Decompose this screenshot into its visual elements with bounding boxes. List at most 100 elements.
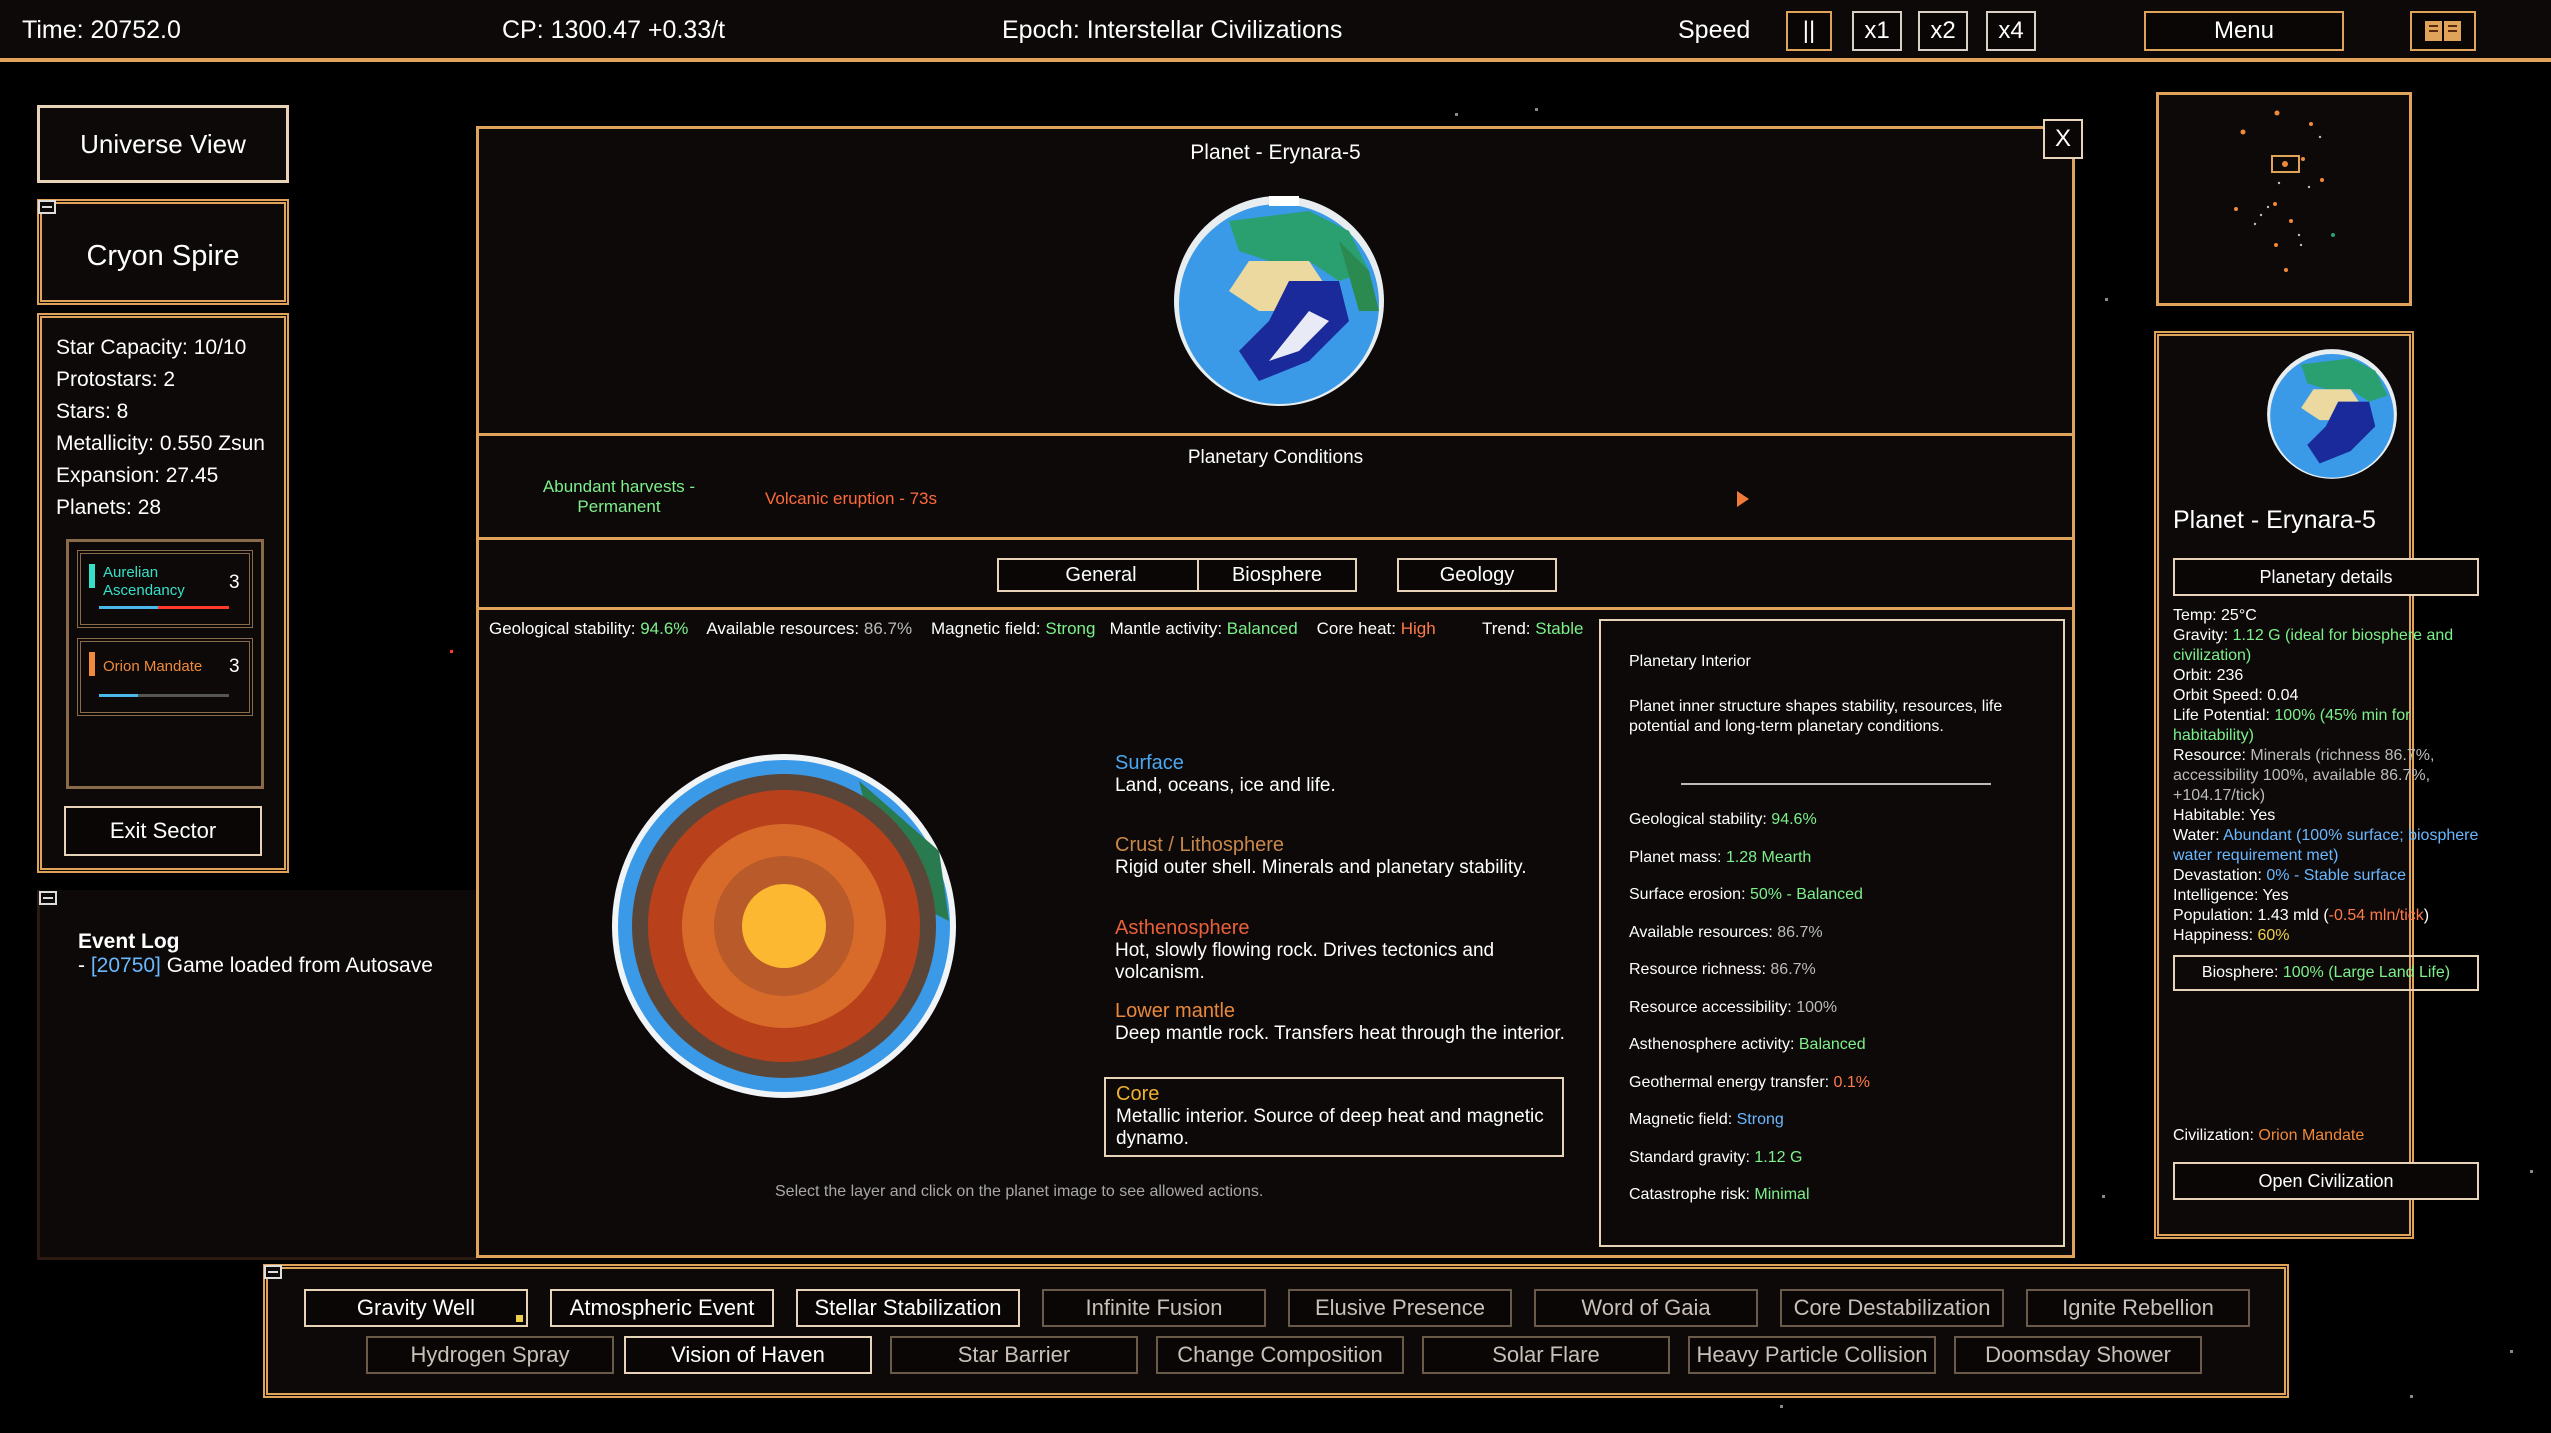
planetary-details-button[interactable]: Planetary details [2173,558,2479,596]
resource: Resource: Minerals (richness 86.7%, acce… [2173,746,2483,806]
exit-sector-button[interactable]: Exit Sector [64,806,262,856]
collapse-icon[interactable] [264,1265,282,1279]
planet-cross-section-image[interactable] [609,751,959,1101]
power-vision-of-haven[interactable]: Vision of Haven [624,1336,872,1374]
stability-label: Geological stability: [489,619,636,638]
layer-name: Lower mantle [1115,1000,1236,1022]
tab-geology[interactable]: Geology [1397,558,1557,592]
star [2102,1195,2105,1198]
codex-button[interactable] [2410,11,2476,51]
planet-thumbnail-image[interactable] [2264,346,2400,482]
row-label: Geological stability: [1629,811,1767,828]
powers-bar: Gravity Well Atmospheric Event Stellar S… [263,1264,2289,1398]
water: Water: Abundant (100% surface; biosphere… [2173,826,2483,866]
star [450,650,453,653]
menu-button[interactable]: Menu [2144,11,2344,51]
layer-core[interactable]: Core Metallic interior. Source of deep h… [1104,1077,1564,1157]
civ-card-orion[interactable]: Orion Mandate 3 [77,638,253,716]
intelligence: Intelligence: Yes [2173,887,2289,904]
row-value: 86.7% [1770,961,1816,978]
speed-x4-button[interactable]: x4 [1986,11,2036,51]
devastation-label: Devastation: [2173,867,2262,884]
speed-x1-button[interactable]: x1 [1852,11,1902,51]
mantle-value: Balanced [1226,619,1298,638]
power-ignite-rebellion[interactable]: Ignite Rebellion [2026,1289,2250,1327]
power-core-destabilization[interactable]: Core Destabilization [1780,1289,2004,1327]
power-gravity-well[interactable]: Gravity Well [304,1289,528,1327]
layer-asthenosphere[interactable]: Asthenosphere Hot, slowly flowing rock. … [1115,917,1565,984]
tab-general[interactable]: General [997,558,1205,592]
event-log-entry: - [20750] Game loaded from Autosave [78,954,433,978]
condition-bad: Volcanic eruption - 73s [765,489,937,508]
pause-button[interactable]: || [1786,11,1832,51]
planet-name: Planet - Erynara-5 [2173,506,2376,534]
power-star-barrier[interactable]: Star Barrier [890,1336,1138,1374]
planet-stats: Temp: 25°C Gravity: 1.12 G (ideal for bi… [2173,606,2483,946]
happiness-value: 60% [2257,927,2290,944]
power-heavy-particle-collision[interactable]: Heavy Particle Collision [1688,1336,1936,1374]
selected-marker [516,1315,523,1322]
tab-biosphere[interactable]: Biosphere [1197,558,1357,592]
universe-view-button[interactable]: Universe View [37,105,289,183]
population-change: -0.54 mln/tick [2328,907,2424,924]
interior-row: Magnetic field: Strong [1629,1111,1784,1129]
interior-row: Geological stability: 94.6% [1629,811,1817,829]
layer-surface[interactable]: Surface Land, oceans, ice and life. [1115,752,1565,797]
habitable: Habitable: Yes [2173,807,2276,824]
power-stellar-stabilization[interactable]: Stellar Stabilization [796,1289,1020,1327]
event-log-panel: Event Log - [20750] Game loaded from Aut… [37,890,477,1260]
power-infinite-fusion[interactable]: Infinite Fusion [1042,1289,1266,1327]
row-label: Planet mass: [1629,849,1722,866]
collapse-icon[interactable] [39,891,57,905]
speed-label: Speed [1678,16,1751,44]
power-solar-flare[interactable]: Solar Flare [1422,1336,1670,1374]
row-value: Strong [1736,1111,1784,1128]
power-elusive-presence[interactable]: Elusive Presence [1288,1289,1512,1327]
resource-label: Resource: [2173,747,2246,764]
minimap[interactable] [2156,92,2412,306]
layer-hint: Select the layer and click on the planet… [775,1183,1264,1200]
power-change-composition[interactable]: Change Composition [1156,1336,1404,1374]
divider [1681,783,1991,785]
row-value: 0.1% [1833,1074,1871,1091]
open-civilization-button[interactable]: Open Civilization [2173,1162,2479,1200]
layer-desc: Metallic interior. Source of deep heat a… [1116,1106,1544,1149]
interior-row: Geothermal energy transfer: 0.1% [1629,1074,1870,1092]
scroll-right-icon[interactable] [1735,489,1751,509]
minimap-canvas [2234,110,2335,272]
close-window-button[interactable]: X [2043,119,2083,159]
population-label: Population: 1.43 mld ( [2173,907,2329,924]
planet-info-panel: Planet - Erynara-5 Planetary details Tem… [2154,331,2479,1239]
biosphere-label: Biosphere: [2201,964,2279,981]
divider [479,537,2072,540]
row-value: 86.7% [1777,924,1823,941]
row-label: Standard gravity: [1629,1149,1750,1166]
planet-window-title: Planet - Erynara-5 [1190,141,1361,164]
power-doomsday-shower[interactable]: Doomsday Shower [1954,1336,2202,1374]
row-label: Surface erosion: [1629,886,1746,903]
conditions-title: Planetary Conditions [1187,447,1364,468]
interior-desc: Planet inner structure shapes stability,… [1629,698,2003,735]
power-word-of-gaia[interactable]: Word of Gaia [1534,1289,1758,1327]
speed-x2-button[interactable]: x2 [1918,11,1968,51]
sector-stats-panel: Star Capacity: 10/10 Protostars: 2 Stars… [37,313,289,873]
collapse-icon[interactable] [38,200,56,214]
population-end: ) [2423,907,2430,924]
temp: Temp: 25°C [2173,607,2257,624]
planet-globe-image[interactable] [1169,191,1389,411]
condition-good: Abundant harvests - Permanent [542,477,696,516]
row-value: 100% [1796,999,1838,1016]
layer-crust[interactable]: Crust / Lithosphere Rigid outer shell. M… [1115,834,1575,879]
power-hydrogen-spray[interactable]: Hydrogen Spray [366,1336,614,1374]
biosphere-box[interactable]: Biosphere: 100% (Large Land Life) [2173,955,2479,991]
power-atmospheric-event[interactable]: Atmospheric Event [550,1289,774,1327]
interior-row: Available resources: 86.7% [1629,924,1823,942]
civ-card-aurelian[interactable]: Aurelian Ascendancy 3 [77,550,253,628]
layer-lower-mantle[interactable]: Lower mantle Deep mantle rock. Transfers… [1115,1000,1565,1045]
row-label: Resource richness: [1629,961,1766,978]
core-heat-label: Core heat: [1316,619,1396,638]
civ-name: Aurelian Ascendancy [103,564,185,599]
civ-name: Orion Mandate [103,658,203,675]
star [2410,1395,2413,1398]
layer-desc: Land, oceans, ice and life. [1115,775,1336,796]
